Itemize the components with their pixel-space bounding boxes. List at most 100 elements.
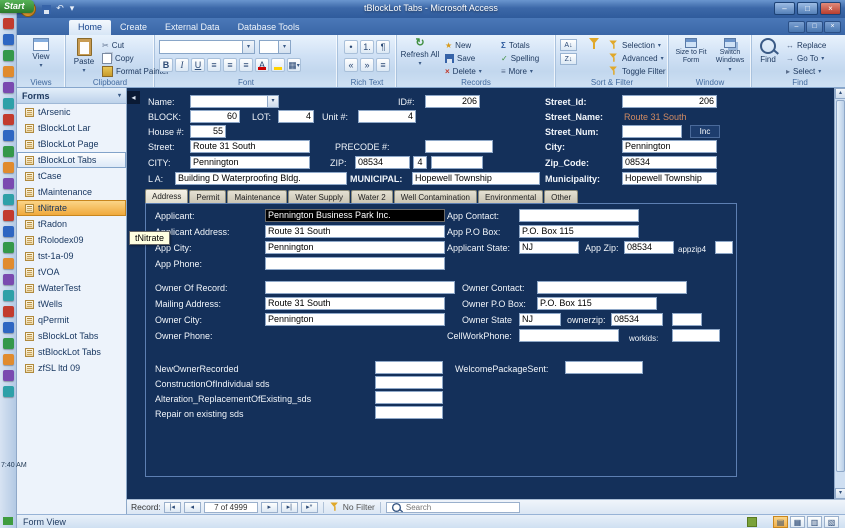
datasheet-view-button[interactable]: ▦ xyxy=(790,516,805,528)
goto-button[interactable]: →Go To▾ xyxy=(786,52,826,64)
form-tab-well-contamination[interactable]: Well Contamination xyxy=(394,190,477,203)
form-view-button[interactable]: ▤ xyxy=(773,516,788,528)
taskbar-icon[interactable] xyxy=(3,258,14,269)
highlight-color-button[interactable] xyxy=(271,58,285,72)
advanced-filter-button[interactable]: Advanced▾ xyxy=(608,52,666,64)
ribbon-tab-create[interactable]: Create xyxy=(111,20,156,35)
filter-indicator[interactable]: No Filter xyxy=(329,501,375,513)
repair-field[interactable] xyxy=(375,406,443,419)
nav-item-sblocklot-tabs[interactable]: sBlockLot Tabs xyxy=(17,328,126,344)
paragraph-button[interactable]: ¶ xyxy=(376,40,390,54)
taskbar-icon[interactable] xyxy=(3,146,14,157)
next-record-button[interactable]: ▸ xyxy=(261,502,278,513)
vertical-scrollbar[interactable]: ▴ ▾ xyxy=(834,88,845,499)
zip4-field[interactable]: 4 xyxy=(413,156,427,169)
switch-windows-button[interactable]: Switch Windows ▾ xyxy=(712,38,748,75)
street-num-inc-box[interactable]: Inc xyxy=(690,125,720,138)
taskbar-icon[interactable] xyxy=(3,274,14,285)
applicant-state-field[interactable]: NJ xyxy=(519,241,579,254)
new-owner-recorded-field[interactable] xyxy=(375,361,443,374)
name-combo-arrow[interactable]: ▾ xyxy=(267,95,279,108)
last-record-button[interactable]: ▸| xyxy=(281,502,298,513)
form-tab-water-supply[interactable]: Water Supply xyxy=(288,190,350,203)
unit-field[interactable]: 4 xyxy=(358,110,416,123)
cellworkphone-field[interactable] xyxy=(519,329,619,342)
close-button[interactable]: × xyxy=(820,2,841,15)
taskbar-bottom-icon[interactable] xyxy=(3,517,13,525)
italic-button[interactable]: I xyxy=(175,58,189,72)
form-tab-maintenance[interactable]: Maintenance xyxy=(227,190,287,203)
spelling-button[interactable]: ✓Spelling xyxy=(501,52,539,64)
taskbar-icon[interactable] xyxy=(3,162,14,173)
taskbar-icon[interactable] xyxy=(3,210,14,221)
applicant-field[interactable]: Pennington Business Park Inc. xyxy=(265,209,445,222)
font-name-combo[interactable]: ▾ xyxy=(159,40,255,54)
municipality-field[interactable]: Hopewell Township xyxy=(622,172,717,185)
taskbar-icon[interactable] xyxy=(3,370,14,381)
nav-item-tvoa[interactable]: tVOA xyxy=(17,264,126,280)
applicant-address-field[interactable]: Route 31 South xyxy=(265,225,445,238)
underline-button[interactable]: U xyxy=(191,58,205,72)
la-field[interactable]: Building D Waterproofing Bldg. xyxy=(175,172,347,185)
nav-item-tblocklot-page[interactable]: tBlockLot Page xyxy=(17,136,126,152)
start-button[interactable]: Start xyxy=(0,0,34,13)
street-field[interactable]: Route 31 South xyxy=(190,140,310,153)
name-field[interactable] xyxy=(190,95,268,108)
nav-item-trolodex09[interactable]: tRolodex09 xyxy=(17,232,126,248)
ribbon-tab-external-data[interactable]: External Data xyxy=(156,20,229,35)
taskbar-icon[interactable] xyxy=(3,226,14,237)
nav-item-tnitrate[interactable]: tNitrate xyxy=(17,200,126,216)
taskbar-icon[interactable] xyxy=(3,50,14,61)
nav-item-tcase[interactable]: tCase xyxy=(17,168,126,184)
refresh-all-button[interactable]: ↻ Refresh All ▾ xyxy=(399,38,441,69)
taskbar-icon[interactable] xyxy=(3,242,14,253)
ribbon-tab-home[interactable]: Home xyxy=(69,20,111,35)
taskbar-icon[interactable] xyxy=(3,178,14,189)
taskbar-icon[interactable] xyxy=(3,98,14,109)
taskbar-icon[interactable] xyxy=(3,194,14,205)
sort-ascending-button[interactable]: A↓ xyxy=(560,39,577,51)
owner-contact-field[interactable] xyxy=(537,281,687,294)
increase-indent-button[interactable]: » xyxy=(360,58,374,72)
scroll-down-icon[interactable]: ▾ xyxy=(835,488,845,499)
doc-restore-button[interactable]: □ xyxy=(806,21,823,33)
taskbar-icon[interactable] xyxy=(3,386,14,397)
app-contact-field[interactable] xyxy=(519,209,639,222)
mailing-address-field[interactable]: Route 31 South xyxy=(265,297,445,310)
gridlines-button[interactable]: ▦▾ xyxy=(287,58,301,72)
lot-field[interactable]: 4 xyxy=(278,110,314,123)
construction-field[interactable] xyxy=(375,376,443,389)
view-button[interactable]: View ▾ xyxy=(24,38,58,71)
previous-record-button[interactable]: ◂ xyxy=(184,502,201,513)
precode-field[interactable] xyxy=(425,140,493,153)
layout-view-button[interactable]: ▥ xyxy=(807,516,822,528)
street-id-field[interactable]: 206 xyxy=(622,95,717,108)
design-view-button[interactable]: ▧ xyxy=(824,516,839,528)
doc-minimize-button[interactable]: – xyxy=(788,21,805,33)
first-record-button[interactable]: |◂ xyxy=(164,502,181,513)
taskbar-icon[interactable] xyxy=(3,290,14,301)
align-right-button[interactable]: ≡ xyxy=(239,58,253,72)
nav-item-tradon[interactable]: tRadon xyxy=(17,216,126,232)
font-size-combo[interactable]: ▾ xyxy=(259,40,291,54)
taskbar-icon[interactable] xyxy=(3,130,14,141)
select-button[interactable]: ▸Select▾ xyxy=(786,65,826,77)
taskbar-icon[interactable] xyxy=(3,82,14,93)
id-field[interactable]: 206 xyxy=(425,95,480,108)
size-to-fit-form-button[interactable]: Size to Fit Form xyxy=(672,38,710,65)
minimize-button[interactable]: – xyxy=(774,2,795,15)
owner-state-field[interactable]: NJ xyxy=(519,313,561,326)
app-phone-field[interactable] xyxy=(265,257,445,270)
street-num-field[interactable] xyxy=(622,125,682,138)
nav-item-zfsl-ltd-09[interactable]: zfSL ltd 09 xyxy=(17,360,126,376)
new-record-button[interactable]: ★New xyxy=(445,39,482,51)
form-tab-environmental[interactable]: Environmental xyxy=(478,190,543,203)
owner-of-record-field[interactable] xyxy=(265,281,455,294)
app-city-field[interactable]: Pennington xyxy=(265,241,445,254)
zip-field[interactable]: 08534 xyxy=(355,156,410,169)
zip-code-field[interactable]: 08534 xyxy=(622,156,717,169)
taskbar-icon[interactable] xyxy=(3,322,14,333)
numbering-button[interactable]: 1. xyxy=(360,40,374,54)
sort-descending-button[interactable]: Z↓ xyxy=(560,53,577,65)
workids-field[interactable] xyxy=(672,329,720,342)
